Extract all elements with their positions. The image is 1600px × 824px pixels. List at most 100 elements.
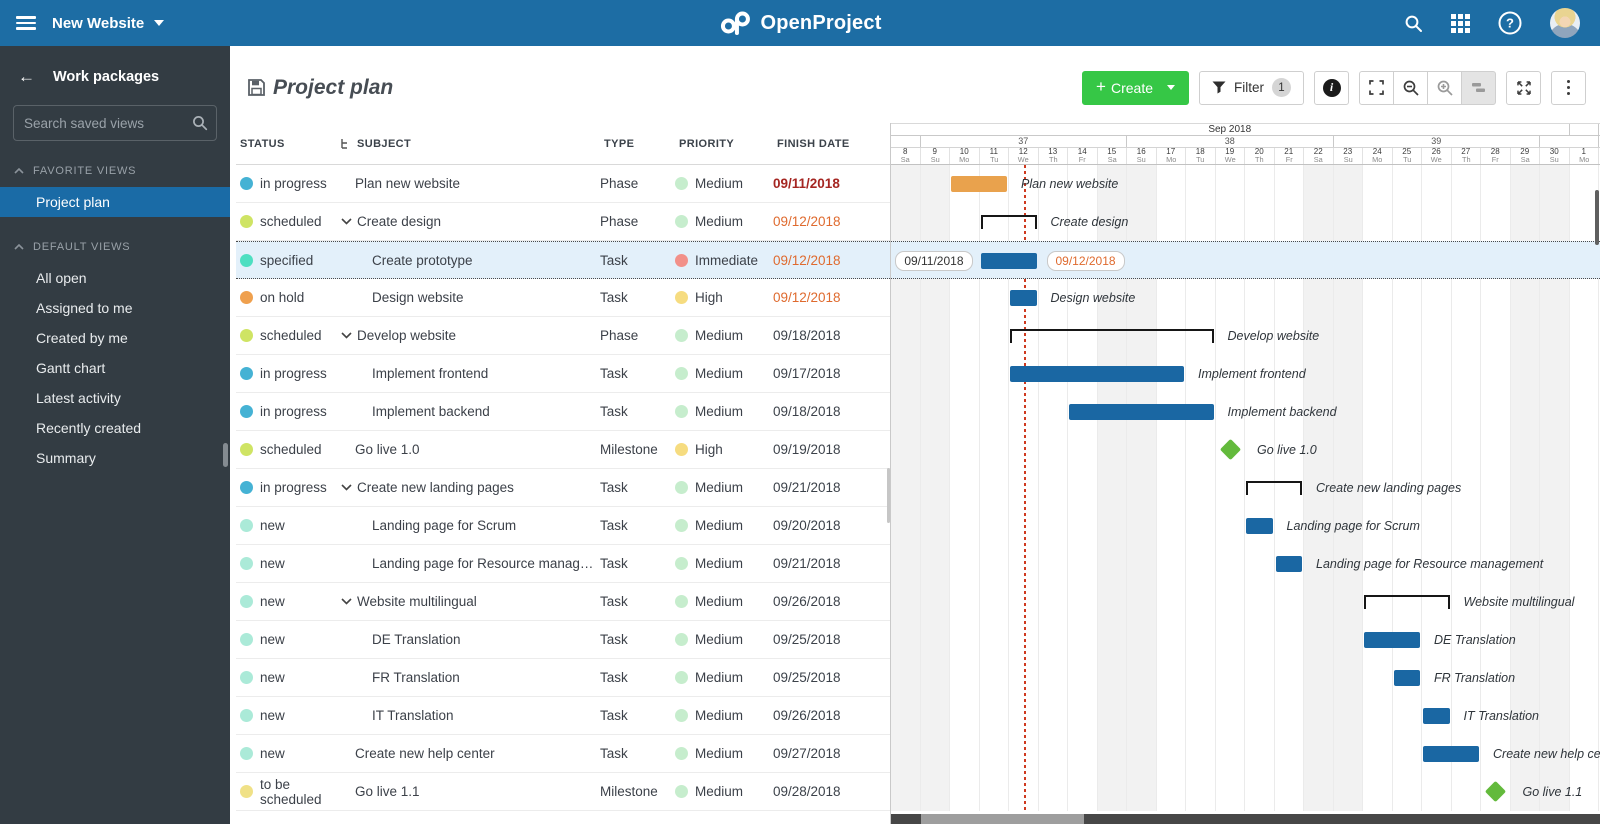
gantt-row[interactable]: Go live 1.0 — [891, 431, 1600, 469]
table-row[interactable]: newFR TranslationTaskMedium09/25/2018 — [236, 659, 890, 697]
project-switcher[interactable]: New Website — [52, 15, 164, 32]
type-cell[interactable]: Phase — [600, 214, 675, 229]
finish-date-cell[interactable]: 09/21/2018 — [773, 480, 890, 495]
priority-cell[interactable]: Immediate — [675, 253, 773, 268]
status-cell[interactable]: new — [236, 594, 340, 609]
status-cell[interactable]: on hold — [236, 290, 340, 305]
table-row[interactable]: in progressCreate new landing pagesTaskM… — [236, 469, 890, 507]
sidebar-item-latest-activity[interactable]: Latest activity — [0, 383, 230, 413]
table-row[interactable]: newLanding page for ScrumTaskMedium09/20… — [236, 507, 890, 545]
column-header-finish-date[interactable]: FINISH DATE — [773, 138, 890, 150]
table-row[interactable]: to be scheduledGo live 1.1MilestoneMediu… — [236, 773, 890, 811]
status-cell[interactable]: scheduled — [236, 214, 340, 229]
gantt-phase-bracket[interactable] — [1246, 481, 1302, 495]
subject-cell[interactable]: Implement frontend — [340, 366, 600, 381]
subject-cell[interactable]: Create design — [340, 214, 600, 229]
finish-date-cell[interactable]: 09/12/2018 — [773, 253, 890, 268]
gantt-bar[interactable] — [1364, 632, 1420, 648]
gantt-row[interactable]: Develop website — [891, 317, 1600, 355]
gantt-horizontal-scrollbar[interactable] — [891, 814, 1600, 824]
type-cell[interactable]: Task — [600, 708, 675, 723]
sidebar-scrollbar[interactable] — [223, 443, 228, 467]
sidebar-item-gantt-chart[interactable]: Gantt chart — [0, 353, 230, 383]
zoom-in-button[interactable] — [1427, 71, 1462, 105]
subject-cell[interactable]: Create prototype — [340, 253, 600, 268]
help-icon[interactable]: ? — [1498, 11, 1522, 35]
type-cell[interactable]: Task — [600, 632, 675, 647]
hamburger-menu-icon[interactable] — [16, 13, 36, 33]
status-cell[interactable]: new — [236, 556, 340, 571]
gantt-row[interactable]: FR Translation — [891, 659, 1600, 697]
priority-cell[interactable]: Medium — [675, 784, 773, 799]
openproject-logo[interactable]: OpenProject — [718, 10, 881, 36]
type-cell[interactable]: Task — [600, 670, 675, 685]
type-cell[interactable]: Task — [600, 253, 675, 268]
modules-grid-icon[interactable] — [1451, 14, 1470, 33]
status-cell[interactable]: to be scheduled — [236, 777, 340, 807]
gantt-milestone-diamond[interactable] — [1485, 781, 1506, 802]
type-cell[interactable]: Task — [600, 366, 675, 381]
gantt-row[interactable]: DE Translation — [891, 621, 1600, 659]
subject-cell[interactable]: Landing page for Scrum — [340, 518, 600, 533]
status-cell[interactable]: new — [236, 708, 340, 723]
status-cell[interactable]: scheduled — [236, 442, 340, 457]
gantt-toggle-button[interactable] — [1461, 71, 1496, 105]
status-cell[interactable]: in progress — [236, 404, 340, 419]
finish-date-cell[interactable]: 09/12/2018 — [773, 290, 890, 305]
gantt-row[interactable]: IT Translation — [891, 697, 1600, 735]
gantt-milestone-diamond[interactable] — [1220, 439, 1241, 460]
subject-cell[interactable]: Create new help center — [340, 746, 600, 761]
column-header-type[interactable]: TYPE — [600, 138, 675, 150]
type-cell[interactable]: Task — [600, 404, 675, 419]
back-arrow-icon[interactable]: ← — [18, 68, 35, 85]
status-cell[interactable]: scheduled — [236, 328, 340, 343]
finish-date-cell[interactable]: 09/12/2018 — [773, 214, 890, 229]
gantt-row[interactable]: Plan new website — [891, 165, 1600, 203]
gantt-bar[interactable] — [951, 176, 1007, 192]
finish-date-cell[interactable]: 09/21/2018 — [773, 556, 890, 571]
create-button[interactable]: +Create — [1082, 71, 1189, 105]
type-cell[interactable]: Milestone — [600, 784, 675, 799]
gantt-bar[interactable] — [1010, 290, 1037, 306]
subject-cell[interactable]: Go live 1.0 — [340, 442, 600, 457]
priority-cell[interactable]: Medium — [675, 366, 773, 381]
finish-date-cell[interactable]: 09/25/2018 — [773, 670, 890, 685]
chevron-down-icon[interactable] — [341, 218, 352, 225]
type-cell[interactable]: Task — [600, 290, 675, 305]
subject-cell[interactable]: Go live 1.1 — [340, 784, 600, 799]
fullscreen-button[interactable] — [1506, 71, 1541, 105]
gantt-row[interactable]: Landing page for Resource management — [891, 545, 1600, 583]
gantt-bar[interactable] — [1010, 366, 1184, 382]
priority-cell[interactable]: Medium — [675, 556, 773, 571]
finish-date-cell[interactable]: 09/18/2018 — [773, 328, 890, 343]
subject-cell[interactable]: Website multilingual — [340, 594, 600, 609]
gantt-row[interactable]: 09/11/201809/12/2018 — [891, 241, 1600, 279]
subject-cell[interactable]: Landing page for Resource management — [340, 556, 600, 571]
finish-date-cell[interactable]: 09/20/2018 — [773, 518, 890, 533]
sidebar-item-assigned-to-me[interactable]: Assigned to me — [0, 293, 230, 323]
type-cell[interactable]: Phase — [600, 328, 675, 343]
sidebar-item-all-open[interactable]: All open — [0, 263, 230, 293]
table-row[interactable]: scheduledDevelop websitePhaseMedium09/18… — [236, 317, 890, 355]
priority-cell[interactable]: Medium — [675, 632, 773, 647]
gantt-phase-bracket[interactable] — [1364, 595, 1450, 609]
finish-date-cell[interactable]: 09/28/2018 — [773, 784, 890, 799]
zoom-out-button[interactable] — [1393, 71, 1428, 105]
info-button[interactable]: i — [1314, 71, 1349, 105]
finish-date-cell[interactable]: 09/17/2018 — [773, 366, 890, 381]
priority-cell[interactable]: High — [675, 290, 773, 305]
finish-date-cell[interactable]: 09/26/2018 — [773, 594, 890, 609]
table-row[interactable]: scheduledCreate designPhaseMedium09/12/2… — [236, 203, 890, 241]
subject-cell[interactable]: IT Translation — [340, 708, 600, 723]
finish-date-cell[interactable]: 09/27/2018 — [773, 746, 890, 761]
priority-cell[interactable]: Medium — [675, 708, 773, 723]
subject-cell[interactable]: Implement backend — [340, 404, 600, 419]
gantt-bar[interactable] — [1423, 746, 1479, 762]
subject-cell[interactable]: Develop website — [340, 328, 600, 343]
priority-cell[interactable]: Medium — [675, 746, 773, 761]
avatar[interactable] — [1550, 8, 1580, 38]
type-cell[interactable]: Milestone — [600, 442, 675, 457]
finish-date-cell[interactable]: 09/26/2018 — [773, 708, 890, 723]
chevron-down-icon[interactable] — [341, 598, 352, 605]
subject-cell[interactable]: DE Translation — [340, 632, 600, 647]
